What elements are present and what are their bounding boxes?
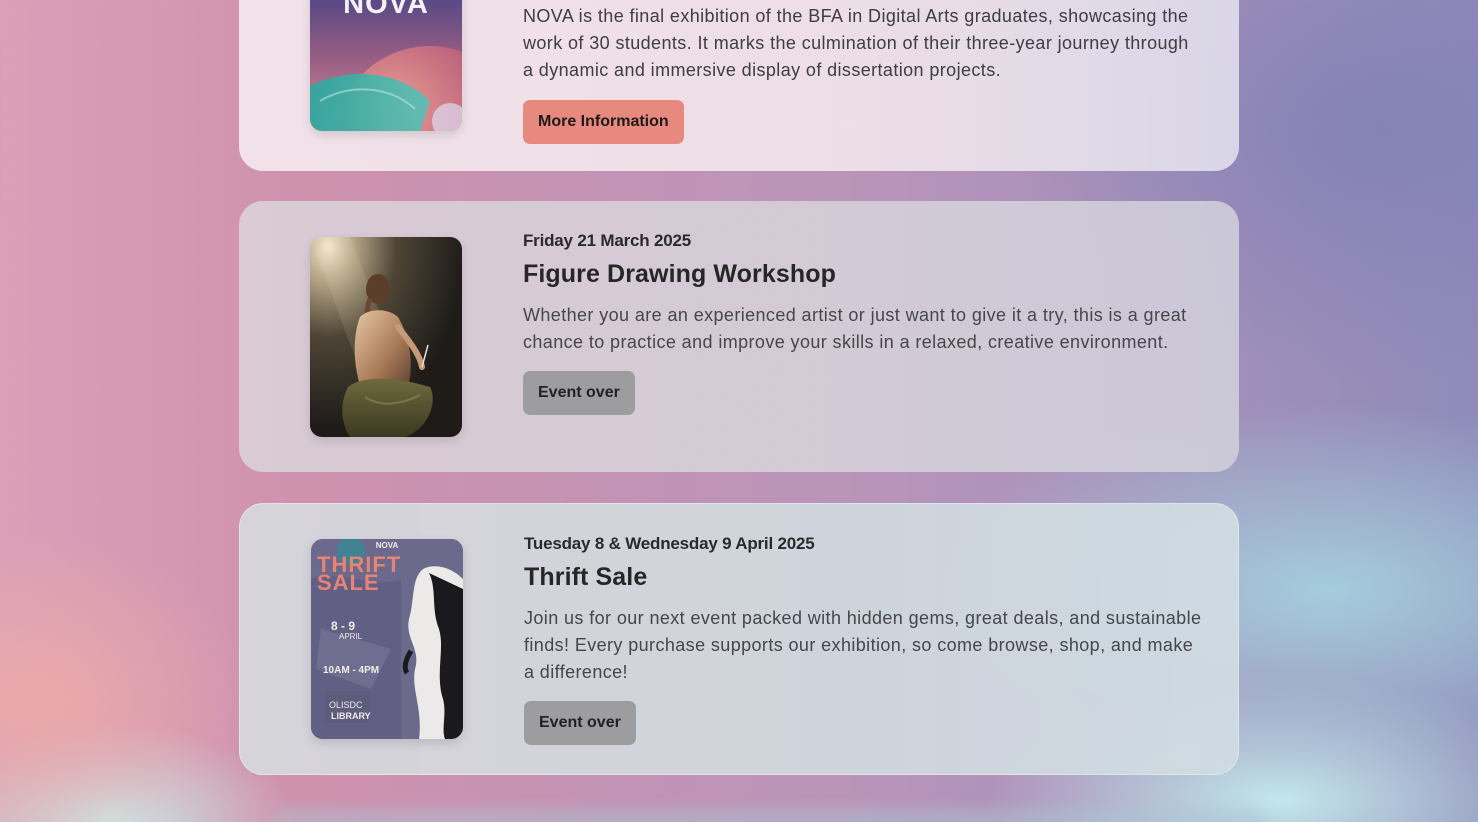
event-title: Figure Drawing Workshop: [523, 260, 836, 288]
event-card-nova: NOVA NOVA is the final exhibition of the…: [239, 0, 1239, 171]
thrift-poster-venue-2: LIBRARY: [331, 711, 371, 721]
thrift-poster-title-2: SALE: [317, 570, 380, 595]
thrift-poster-hours: 10AM - 4PM: [323, 665, 380, 676]
next-event-card-edge: [270, 808, 1270, 822]
thrift-poster-month: APRIL: [339, 632, 363, 641]
thrift-poster-header: NOVA: [375, 541, 399, 550]
more-information-button[interactable]: More Information: [523, 100, 684, 144]
thrift-poster-dates: 8 - 9: [331, 619, 356, 633]
event-card-thrift-sale: NOVA THRIFT SALE 8 - 9 APRIL 10AM - 4PM …: [239, 503, 1239, 775]
event-date: Friday 21 March 2025: [523, 231, 691, 250]
event-content-nova: NOVA is the final exhibition of the BFA …: [523, 3, 1203, 144]
event-content-figure-drawing: Friday 21 March 2025 Figure Drawing Work…: [523, 231, 1203, 415]
event-card-figure-drawing: Friday 21 March 2025 Figure Drawing Work…: [239, 201, 1239, 472]
event-description: Join us for our next event packed with h…: [524, 608, 1202, 682]
event-poster-nova[interactable]: NOVA: [310, 0, 462, 131]
figure-drawing-image: [310, 237, 462, 437]
thrift-poster-venue-1: OLISDC: [329, 700, 363, 710]
event-description: NOVA is the final exhibition of the BFA …: [523, 6, 1189, 80]
event-title: Thrift Sale: [524, 563, 648, 591]
event-poster-thrift-sale[interactable]: NOVA THRIFT SALE 8 - 9 APRIL 10AM - 4PM …: [311, 539, 463, 739]
event-content-thrift-sale: Tuesday 8 & Wednesday 9 April 2025 Thrif…: [524, 534, 1204, 745]
event-photo-figure-drawing[interactable]: [310, 237, 462, 437]
event-description: Whether you are an experienced artist or…: [523, 305, 1187, 352]
nova-logo: NOVA: [343, 0, 429, 20]
event-over-button[interactable]: Event over: [523, 371, 635, 415]
event-date: Tuesday 8 & Wednesday 9 April 2025: [524, 534, 815, 553]
event-over-button[interactable]: Event over: [524, 701, 636, 745]
